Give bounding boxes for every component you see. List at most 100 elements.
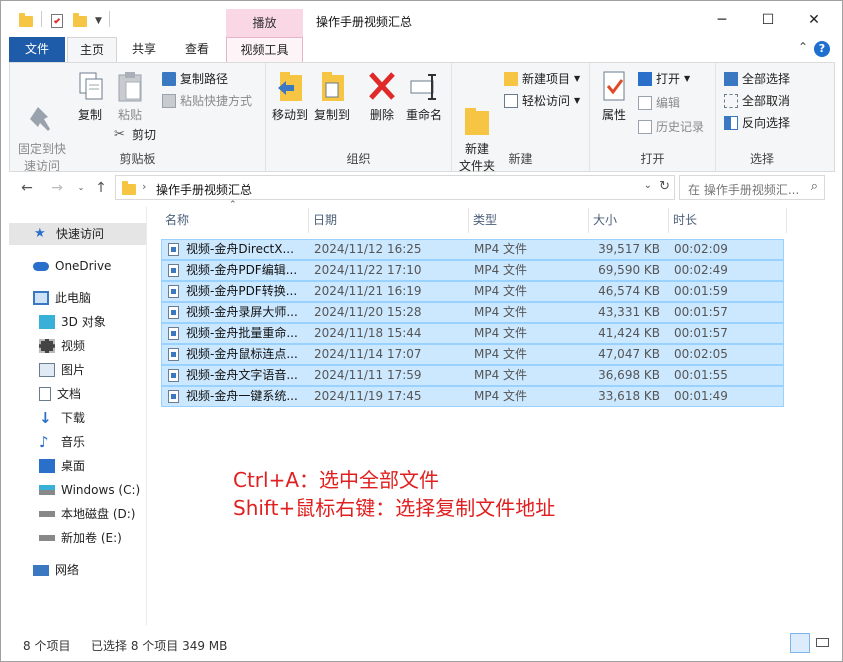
- tab-file[interactable]: 文件: [9, 37, 65, 62]
- hard-drive-icon: [39, 535, 55, 541]
- nav-label: 视频: [61, 339, 86, 353]
- divider: [109, 11, 110, 27]
- easy-access-icon: [504, 94, 518, 108]
- table-row[interactable]: 视频-金舟录屏大师... 2024/11/20 15:28 MP4 文件 43,…: [161, 302, 784, 323]
- table-row[interactable]: 视频-金舟PDF编辑... 2024/11/22 17:10 MP4 文件 69…: [161, 260, 784, 281]
- group-label-open: 打开: [640, 152, 665, 166]
- properties-quick-icon[interactable]: [51, 11, 63, 31]
- details-view-icon[interactable]: [790, 633, 810, 653]
- tab-view[interactable]: 查看: [172, 37, 222, 62]
- group-label-clipboard: 剪贴板: [119, 152, 156, 166]
- nav-item-videos[interactable]: 视频: [9, 335, 146, 357]
- delete-button[interactable]: 删除: [364, 69, 400, 124]
- breadcrumb-chevron-icon[interactable]: ›: [142, 180, 146, 193]
- table-row[interactable]: 视频-金舟一键系统... 2024/11/19 17:45 MP4 文件 33,…: [161, 386, 784, 407]
- column-header-type[interactable]: 类型: [469, 208, 589, 233]
- column-header-size[interactable]: 大小: [589, 208, 669, 233]
- column-header-duration[interactable]: 时长: [669, 208, 787, 233]
- nav-item-documents[interactable]: 文档: [9, 383, 146, 405]
- nav-item-drive-c[interactable]: Windows (C:): [9, 479, 146, 501]
- nav-label: 快速访问: [56, 227, 105, 241]
- invert-selection-icon: [724, 116, 738, 130]
- file-type: MP4 文件: [474, 263, 528, 277]
- nav-item-drive-e[interactable]: 新加卷 (E:): [9, 527, 146, 549]
- nav-label: 文档: [57, 387, 82, 401]
- file-size: 69,590 KB: [598, 263, 660, 277]
- file-duration: 00:02:49: [674, 263, 728, 277]
- nav-item-onedrive[interactable]: OneDrive: [9, 255, 146, 277]
- file-size: 46,574 KB: [598, 284, 660, 298]
- nav-item-pictures[interactable]: 图片: [9, 359, 146, 381]
- copy-to-button[interactable]: 复制到: [312, 69, 352, 124]
- hard-drive-icon: [39, 511, 55, 517]
- new-folder-icon: [461, 86, 493, 135]
- large-icons-view-icon[interactable]: [813, 633, 833, 653]
- recent-locations-chevron-icon[interactable]: ⌄: [71, 177, 91, 199]
- select-all-button[interactable]: 全部选择: [724, 69, 790, 89]
- table-row[interactable]: 视频-金舟DirectX... 2024/11/12 16:25 MP4 文件 …: [161, 239, 784, 260]
- address-bar[interactable]: › 操作手册视频汇总 ⌄ ↻: [115, 175, 675, 200]
- file-name: 视频-金舟DirectX...: [186, 242, 294, 256]
- chevron-up-icon[interactable]: ⌃: [798, 40, 808, 54]
- copy-button[interactable]: 复制: [72, 69, 108, 124]
- nav-item-drive-d[interactable]: 本地磁盘 (D:): [9, 503, 146, 525]
- delete-x-icon: [366, 69, 398, 103]
- maximize-button[interactable]: ☐: [745, 5, 791, 35]
- back-arrow-icon[interactable]: ←: [17, 177, 37, 199]
- column-header-name[interactable]: 名称: [161, 208, 309, 233]
- help-icon[interactable]: ?: [814, 41, 830, 57]
- nav-label: 新加卷 (E:): [61, 531, 122, 545]
- properties-button[interactable]: 属性: [594, 69, 634, 124]
- paste-icon: [114, 69, 146, 103]
- copy-icon: [74, 69, 106, 103]
- new-folder-quick-icon[interactable]: [73, 11, 87, 31]
- chevron-down-icon[interactable]: ⌄: [644, 180, 652, 191]
- new-item-button[interactable]: 新建项目 ▼: [504, 69, 580, 89]
- nav-item-this-pc[interactable]: 此电脑: [9, 287, 146, 309]
- paste-shortcut-button[interactable]: 粘贴快捷方式: [162, 91, 252, 111]
- minimize-button[interactable]: ─: [699, 5, 745, 35]
- file-name: 视频-金舟批量重命...: [186, 326, 298, 340]
- context-tab-play: 播放: [226, 9, 303, 37]
- nav-label: 本地磁盘 (D:): [61, 507, 136, 521]
- invert-selection-button[interactable]: 反向选择: [724, 113, 790, 133]
- cut-button[interactable]: ✂ 剪切: [114, 125, 156, 145]
- copy-path-button[interactable]: 复制路径: [162, 69, 228, 89]
- close-button[interactable]: ✕: [791, 5, 837, 35]
- refresh-icon[interactable]: ↻: [659, 179, 670, 194]
- column-header-date[interactable]: 日期: [309, 208, 469, 233]
- ribbon: 固定到快 速访问 复制 粘贴 复制路径 粘贴快捷方式 ✂ 剪切 剪贴板 移动到 …: [9, 62, 835, 173]
- table-row[interactable]: 视频-金舟PDF转换... 2024/11/21 16:19 MP4 文件 46…: [161, 281, 784, 302]
- nav-item-3d-objects[interactable]: 3D 对象: [9, 311, 146, 333]
- move-to-button[interactable]: 移动到: [270, 69, 310, 124]
- edit-button[interactable]: 编辑: [638, 93, 680, 113]
- network-icon: [33, 564, 49, 576]
- paste-button[interactable]: 粘贴: [112, 69, 148, 124]
- forward-arrow-icon[interactable]: →: [47, 177, 67, 199]
- table-row[interactable]: 视频-金舟鼠标连点... 2024/11/14 17:07 MP4 文件 47,…: [161, 344, 784, 365]
- table-row[interactable]: 视频-金舟文字语音... 2024/11/11 17:59 MP4 文件 36,…: [161, 365, 784, 386]
- group-label-new: 新建: [508, 152, 533, 166]
- table-row[interactable]: 视频-金舟批量重命... 2024/11/18 15:44 MP4 文件 41,…: [161, 323, 784, 344]
- nav-item-quick-access[interactable]: ★ 快速访问: [9, 223, 146, 245]
- nav-item-downloads[interactable]: ↓ 下载: [9, 407, 146, 429]
- nav-label: 图片: [61, 363, 86, 377]
- nav-item-network[interactable]: 网络: [9, 559, 146, 581]
- easy-access-button[interactable]: 轻松访问 ▼: [504, 91, 580, 111]
- nav-item-desktop[interactable]: 桌面: [9, 455, 146, 477]
- nav-item-music[interactable]: ♪ 音乐: [9, 431, 146, 453]
- open-button[interactable]: 打开 ▼: [638, 69, 690, 89]
- search-input[interactable]: 在 操作手册视频汇... ⌕: [679, 175, 825, 200]
- customize-toolbar-icon[interactable]: ▼: [95, 11, 102, 31]
- tab-share[interactable]: 共享: [119, 37, 169, 62]
- select-none-icon: [724, 94, 738, 108]
- select-none-button[interactable]: 全部取消: [724, 91, 790, 111]
- tab-video-tools[interactable]: 视频工具: [226, 37, 303, 62]
- breadcrumb[interactable]: 操作手册视频汇总: [156, 181, 252, 198]
- tab-home[interactable]: 主页: [67, 37, 117, 62]
- rename-button[interactable]: 重命名: [404, 69, 444, 124]
- history-button[interactable]: 历史记录: [638, 117, 704, 137]
- nav-label: 网络: [55, 563, 80, 577]
- status-bar: 8 个项目 已选择 8 个项目 349 MB: [1, 631, 842, 659]
- up-arrow-icon[interactable]: ↑: [91, 177, 111, 199]
